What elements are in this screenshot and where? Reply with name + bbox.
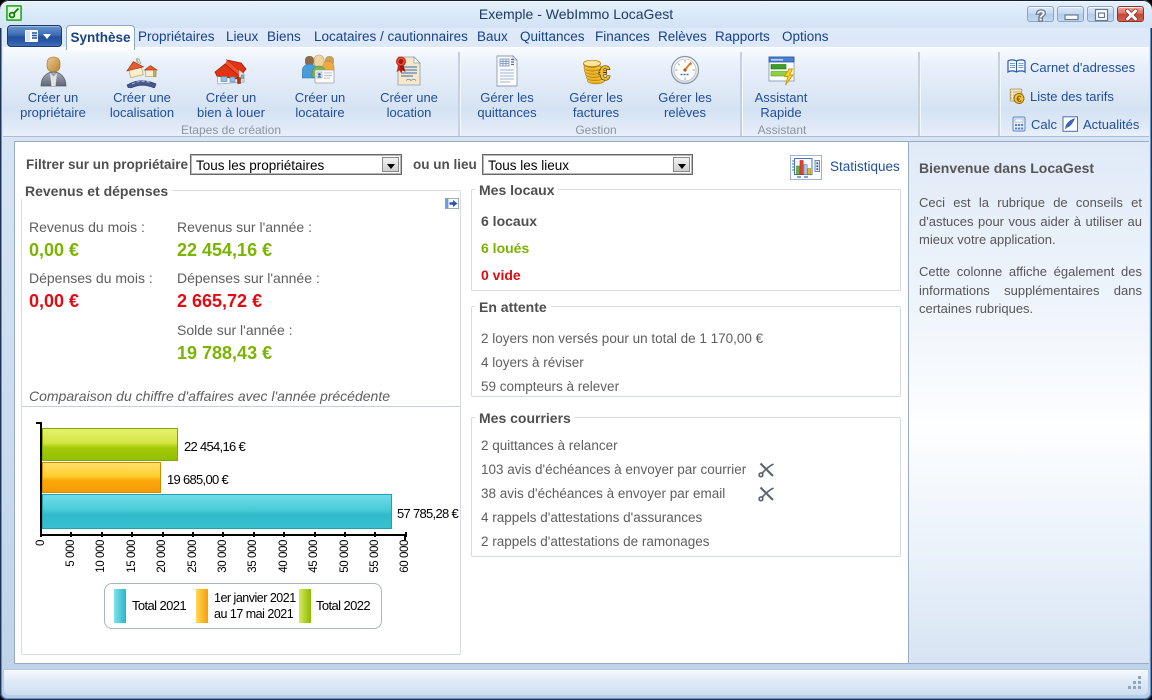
svg-text:?: ? — [1036, 8, 1045, 24]
svg-text:€: € — [599, 63, 610, 85]
svg-text:€: € — [1016, 94, 1022, 104]
